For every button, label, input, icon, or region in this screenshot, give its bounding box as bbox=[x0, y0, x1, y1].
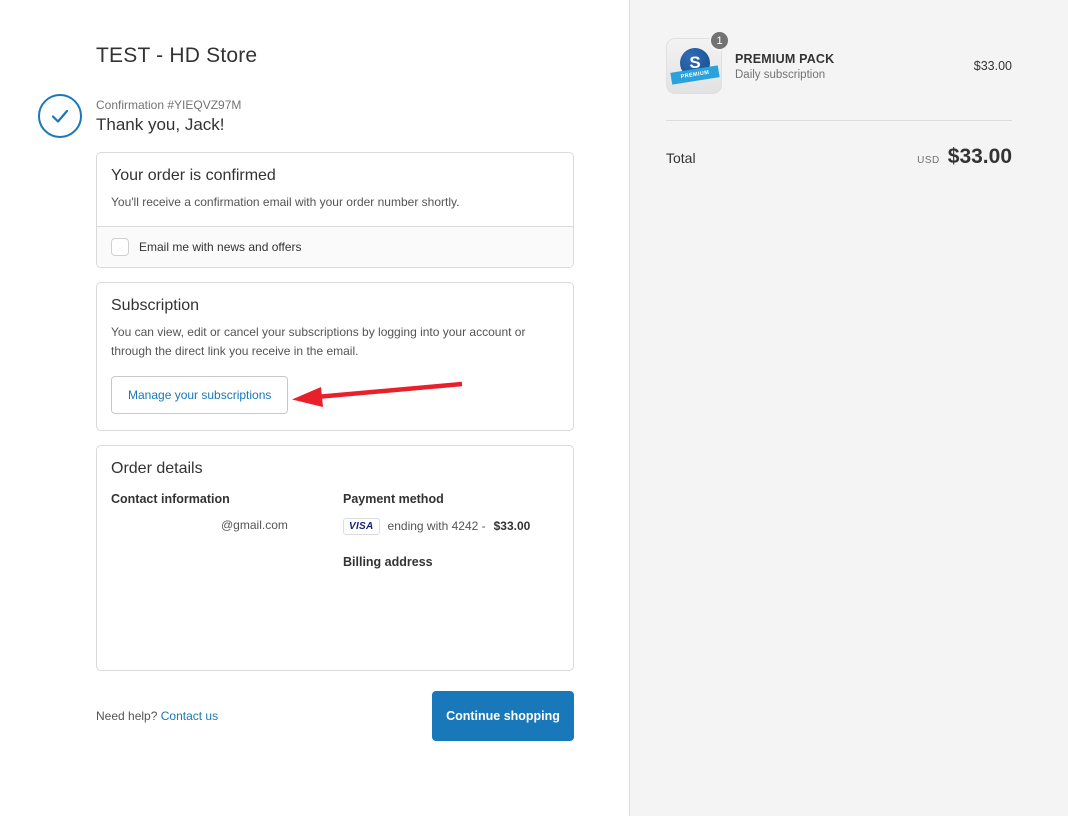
footer-row: Need help? Contact us Continue shopping bbox=[96, 691, 574, 741]
order-confirmed-section: Your order is confirmed You'll receive a… bbox=[97, 153, 573, 226]
main-column: TEST - HD Store Confirmation #YIEQVZ97M … bbox=[0, 0, 629, 816]
payment-column: Payment method VISA ending with 4242 - $… bbox=[343, 492, 559, 569]
premium-ribbon: PREMIUM bbox=[670, 65, 719, 84]
need-help-text: Need help? Contact us bbox=[96, 709, 218, 723]
payment-method-line: VISA ending with 4242 - $33.00 bbox=[343, 518, 559, 535]
contact-us-link[interactable]: Contact us bbox=[161, 709, 218, 723]
newsletter-checkbox[interactable] bbox=[111, 238, 129, 256]
total-row: Total USD $33.00 bbox=[666, 145, 1012, 169]
confirmation-texts: Confirmation #YIEQVZ97M Thank you, Jack! bbox=[96, 98, 241, 135]
subscription-section: Subscription You can view, edit or cance… bbox=[97, 283, 573, 429]
contact-email: @gmail.com bbox=[111, 518, 343, 532]
subscription-title: Subscription bbox=[111, 297, 559, 315]
store-title: TEST - HD Store bbox=[96, 44, 574, 68]
payment-amount: $33.00 bbox=[494, 519, 531, 533]
product-thumbnail-wrap: S PREMIUM 1 bbox=[666, 38, 722, 94]
manage-subscriptions-button[interactable]: Manage your subscriptions bbox=[111, 376, 288, 414]
total-label: Total bbox=[666, 150, 917, 166]
visa-card-icon: VISA bbox=[343, 518, 380, 535]
page: TEST - HD Store Confirmation #YIEQVZ97M … bbox=[0, 0, 1068, 816]
order-details-card: Order details Contact information @gmail… bbox=[96, 445, 574, 671]
order-summary-sidebar: S PREMIUM 1 PREMIUM PACK Daily subscript… bbox=[629, 0, 1068, 816]
item-info: PREMIUM PACK Daily subscription bbox=[735, 52, 974, 81]
order-details-grid: Contact information @gmail.com Payment m… bbox=[111, 492, 559, 569]
billing-address-heading: Billing address bbox=[343, 555, 559, 569]
item-variant: Daily subscription bbox=[735, 69, 974, 81]
item-price: $33.00 bbox=[974, 59, 1012, 73]
contact-column: Contact information @gmail.com bbox=[111, 492, 343, 569]
order-confirmed-subtitle: You'll receive a confirmation email with… bbox=[111, 193, 559, 212]
quantity-badge: 1 bbox=[709, 30, 730, 51]
total-amount: $33.00 bbox=[948, 145, 1012, 169]
confirmation-number: Confirmation #YIEQVZ97M bbox=[96, 98, 241, 112]
order-line-item: S PREMIUM 1 PREMIUM PACK Daily subscript… bbox=[666, 38, 1012, 94]
order-confirmed-title: Your order is confirmed bbox=[111, 167, 559, 185]
payment-text: ending with 4242 - bbox=[388, 519, 486, 533]
order-details-section: Order details Contact information @gmail… bbox=[97, 446, 573, 583]
confirmation-block: Confirmation #YIEQVZ97M Thank you, Jack! bbox=[96, 94, 574, 138]
continue-shopping-button[interactable]: Continue shopping bbox=[432, 691, 574, 741]
order-confirmed-card: Your order is confirmed You'll receive a… bbox=[96, 152, 574, 268]
summary-divider bbox=[666, 120, 1012, 121]
subscription-body: You can view, edit or cancel your subscr… bbox=[111, 323, 559, 361]
contact-information-heading: Contact information bbox=[111, 492, 343, 506]
subscription-card: Subscription You can view, edit or cance… bbox=[96, 282, 574, 430]
payment-method-heading: Payment method bbox=[343, 492, 559, 506]
need-help-label: Need help? bbox=[96, 709, 157, 723]
newsletter-label[interactable]: Email me with news and offers bbox=[139, 240, 302, 254]
newsletter-opt-in-row[interactable]: Email me with news and offers bbox=[97, 226, 573, 267]
total-currency: USD bbox=[917, 155, 940, 166]
thank-you-heading: Thank you, Jack! bbox=[96, 115, 241, 135]
order-details-title: Order details bbox=[111, 460, 559, 478]
order-confirmed-check-icon bbox=[38, 94, 82, 138]
item-name: PREMIUM PACK bbox=[735, 52, 974, 66]
